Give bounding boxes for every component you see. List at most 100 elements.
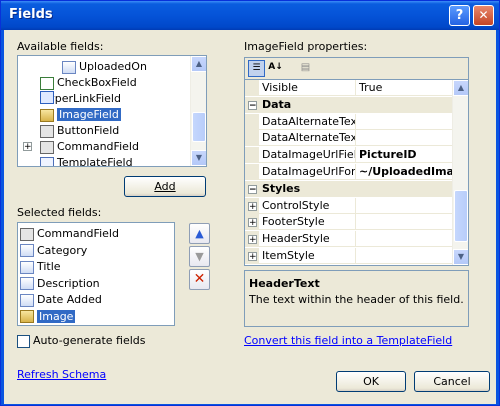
property-name: DataAlternateTextF [260, 113, 356, 129]
fields-dialog: Fields ? ✕ Available fields: ▲ ▼ Uploade… [0, 0, 500, 406]
auto-generate-label: Auto-generate fields [33, 334, 146, 347]
checkbox-field-icon [40, 76, 54, 90]
list-item[interactable]: Description [20, 276, 100, 291]
button-field-icon [40, 124, 54, 138]
row-margin [245, 164, 259, 180]
row-margin: + [245, 214, 259, 231]
list-item-label: Title [37, 260, 61, 273]
row-margin: + [245, 197, 259, 214]
property-name: Visible [260, 80, 356, 95]
list-item[interactable]: ImageField [40, 107, 121, 122]
list-item[interactable]: HyperLinkField [40, 91, 121, 106]
list-item[interactable]: CheckBoxField [40, 75, 137, 90]
list-item[interactable]: TemplateField [40, 155, 133, 167]
property-row[interactable]: + FooterStyle [245, 214, 452, 231]
arrow-up-icon: ▲ [195, 227, 204, 240]
scroll-thumb[interactable] [192, 112, 206, 142]
available-fields-scrollbar[interactable]: ▲ ▼ [190, 56, 206, 166]
list-item-label: Date Added [37, 293, 102, 306]
property-name: ControlStyle [260, 197, 356, 213]
list-item[interactable]: Title [20, 259, 61, 274]
delete-field-button[interactable]: ✕ [189, 269, 210, 290]
available-fields-label: Available fields: [17, 40, 104, 53]
command-field-icon [40, 140, 54, 154]
arrow-down-icon: ▼ [195, 250, 204, 263]
categorized-view-icon[interactable]: ☰ [248, 60, 265, 77]
grid-scroll-thumb[interactable] [454, 190, 468, 242]
row-margin [245, 113, 259, 130]
close-button[interactable]: ✕ [473, 5, 494, 26]
property-name: Data [262, 97, 292, 111]
list-item[interactable]: UploadedOn [62, 59, 147, 74]
alphabetical-sort-icon[interactable]: A↓ [267, 60, 284, 77]
list-item-label: Description [37, 276, 100, 290]
list-item-label: TemplateField [57, 156, 133, 167]
property-grid[interactable]: + ItemStyle + HeaderStyle + FooterStyle + Contr… [244, 79, 469, 266]
property-name: DataImageUrlForma [262, 164, 356, 179]
list-item-label: ButtonField [57, 124, 120, 137]
cancel-button[interactable]: Cancel [414, 371, 490, 392]
grid-scroll-up-icon[interactable]: ▲ [453, 80, 468, 96]
image-field-icon [20, 310, 34, 323]
bound-field-icon [62, 60, 76, 74]
expand-icon[interactable]: + [248, 235, 257, 245]
bound-field-icon [20, 293, 34, 307]
list-item-label: CommandField [57, 140, 139, 153]
row-margin [245, 130, 259, 147]
list-item[interactable]: CommandField [40, 139, 139, 154]
grid-scroll-down-icon[interactable]: ▼ [453, 249, 468, 265]
list-item-label: UploadedOn [79, 60, 147, 73]
scroll-up-icon[interactable]: ▲ [191, 56, 206, 72]
expand-icon[interactable]: + [248, 201, 257, 211]
move-up-button[interactable]: ▲ [189, 223, 210, 244]
property-row[interactable]: Visible True [245, 80, 452, 96]
property-category-row[interactable]: − Styles [245, 180, 452, 197]
selected-fields-list[interactable]: CommandField Category Title Description Date… [17, 222, 175, 326]
property-row[interactable]: DataImageUrlField PictureID [245, 147, 452, 164]
property-row[interactable]: + ItemStyle [245, 248, 452, 264]
collapse-icon[interactable]: − [248, 184, 257, 194]
collapse-icon[interactable]: − [248, 100, 257, 110]
row-margin: + [245, 248, 259, 264]
convert-to-templatefield-link[interactable]: Convert this field into a TemplateField [244, 334, 452, 347]
expand-icon[interactable]: + [248, 218, 257, 228]
row-margin [245, 80, 259, 96]
property-name: HeaderStyle [260, 231, 356, 247]
move-down-button[interactable]: ▼ [189, 246, 210, 267]
refresh-schema-link[interactable]: Refresh Schema [17, 368, 106, 381]
template-field-icon [40, 156, 54, 166]
list-item[interactable]: CommandField [20, 226, 119, 241]
auto-generate-checkbox[interactable] [17, 335, 30, 348]
property-value[interactable]: PictureID [357, 147, 452, 163]
property-row[interactable]: + HeaderStyle [245, 231, 452, 248]
property-row[interactable]: DataAlternateTextF [245, 113, 452, 130]
expand-icon[interactable]: + [23, 142, 32, 152]
add-button[interactable]: Add [124, 176, 206, 197]
help-button[interactable]: ? [449, 5, 470, 26]
help-text: The text within the header of this field… [249, 293, 464, 306]
command-field-icon [20, 227, 34, 241]
properties-label: ImageField properties: [244, 40, 368, 53]
property-category-row[interactable]: − Data [245, 96, 452, 113]
property-pages-icon[interactable]: ▤ [297, 60, 314, 77]
list-item-label: CommandField [37, 227, 119, 240]
ok-button[interactable]: OK [336, 371, 406, 392]
available-fields-tree[interactable]: ▲ ▼ UploadedOn CheckBoxField HyperLinkFiel… [17, 55, 207, 167]
bound-field-icon [20, 244, 34, 257]
expand-icon[interactable]: + [248, 252, 257, 262]
selected-fields-label: Selected fields: [17, 206, 102, 219]
property-row[interactable]: DataImageUrlForma~/UploadedImages [245, 164, 452, 180]
list-item[interactable]: Date Added [20, 292, 102, 307]
list-item[interactable]: ButtonField [40, 123, 119, 138]
bound-field-icon [20, 260, 34, 274]
scroll-down-icon[interactable]: ▼ [191, 150, 206, 166]
property-value[interactable]: True [357, 80, 452, 96]
list-item[interactable]: Category [20, 243, 87, 258]
list-item[interactable]: Image [20, 309, 76, 324]
window-title: Fields [9, 7, 53, 22]
property-row[interactable]: DataAlternateTextF [245, 130, 452, 147]
property-row[interactable]: + ControlStyle [245, 197, 452, 214]
property-name: DataAlternateTextF [260, 130, 356, 146]
property-grid-scrollbar[interactable]: ▲ ▼ [452, 80, 468, 265]
property-value[interactable]: ~/UploadedImages [357, 164, 452, 180]
